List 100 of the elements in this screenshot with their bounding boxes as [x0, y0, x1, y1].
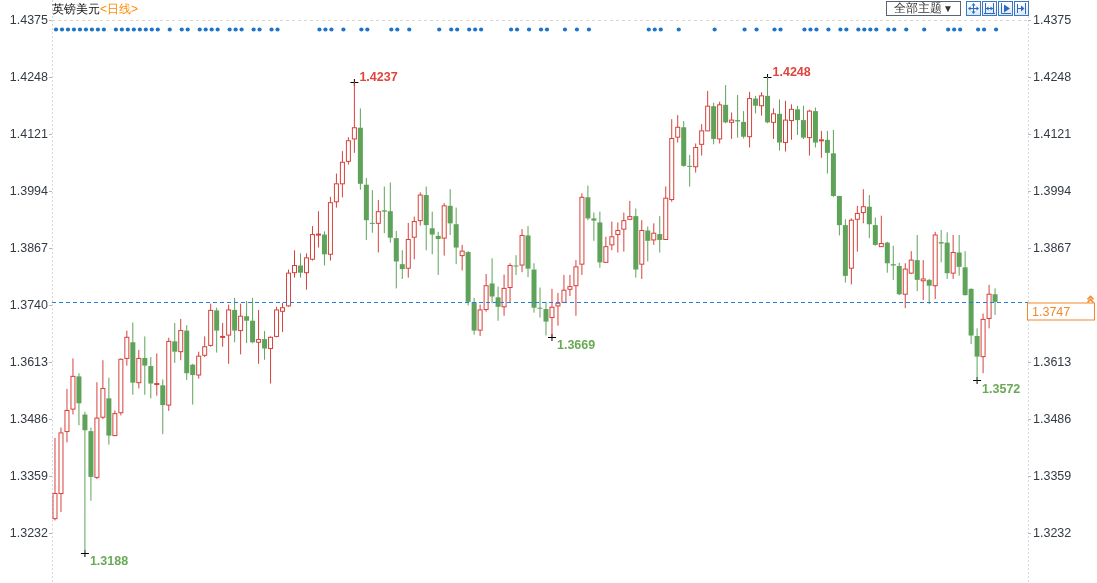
extreme-price-label: 1.4237 [359, 69, 398, 84]
event-dot-icon[interactable] [101, 27, 106, 32]
event-dot-icon[interactable] [155, 27, 160, 32]
event-dot-icon[interactable] [323, 27, 328, 32]
event-dot-icon[interactable] [239, 27, 244, 32]
event-dot-icon[interactable] [838, 27, 843, 32]
event-dot-icon[interactable] [71, 27, 77, 32]
event-dot-icon[interactable] [976, 27, 981, 32]
toolbar-button[interactable] [998, 1, 1013, 16]
y-axis-label: 1.4248 [1033, 70, 1072, 85]
event-dot-icon[interactable] [508, 27, 514, 32]
event-dot-icon[interactable] [754, 27, 759, 32]
event-dot-icon[interactable] [712, 27, 717, 32]
event-dot-icon[interactable] [874, 27, 879, 32]
event-dot-icon[interactable] [179, 27, 184, 32]
y-axis-label: 1.3359 [1033, 469, 1072, 484]
move-arrows-icon [968, 3, 979, 14]
event-dot-icon[interactable] [95, 27, 100, 32]
event-dot-icon[interactable] [53, 27, 59, 32]
event-dot-icon[interactable] [868, 27, 873, 32]
event-dot-icon[interactable] [826, 27, 831, 32]
event-dot-icon[interactable] [407, 27, 412, 32]
event-dot-icon[interactable] [119, 27, 124, 32]
event-dot-icon[interactable] [275, 27, 280, 32]
event-dot-icon[interactable] [892, 27, 897, 32]
event-dot-icon[interactable] [856, 27, 861, 32]
event-dot-icon[interactable] [958, 27, 963, 32]
event-dot-icon[interactable] [317, 27, 322, 32]
event-dot-icon[interactable] [455, 27, 460, 32]
event-dot-icon[interactable] [167, 27, 172, 32]
y-axis-label: 1.3232 [1033, 526, 1072, 541]
event-dot-icon[interactable] [251, 27, 256, 32]
event-dot-icon[interactable] [131, 27, 136, 32]
event-dot-icon[interactable] [389, 27, 394, 32]
event-dot-icon[interactable] [814, 27, 819, 32]
toolbar-button[interactable] [966, 1, 981, 16]
event-dot-icon[interactable] [215, 27, 220, 32]
event-dot-icon[interactable] [365, 27, 370, 32]
event-dot-icon[interactable] [993, 27, 999, 32]
event-dot-icon[interactable] [946, 27, 951, 32]
event-dot-icon[interactable] [137, 27, 142, 32]
event-dot-icon[interactable] [904, 27, 909, 32]
event-dot-icon[interactable] [778, 27, 783, 32]
event-dot-icon[interactable] [227, 27, 232, 32]
extreme-price-label: 1.3572 [982, 381, 1021, 396]
event-dot-icon[interactable] [922, 27, 927, 32]
event-dot-icon[interactable] [257, 27, 262, 32]
event-dot-icon[interactable] [479, 27, 484, 32]
event-dot-icon[interactable] [149, 27, 154, 32]
event-dot-icon[interactable] [844, 27, 849, 32]
event-dot-icon[interactable] [341, 27, 346, 32]
double-chevron-up-icon[interactable] [1086, 295, 1095, 304]
event-dot-icon[interactable] [233, 27, 238, 32]
event-dot-icon[interactable] [143, 27, 148, 32]
theme-dropdown[interactable]: 全部主题▼ [886, 1, 961, 16]
event-dot-icon[interactable] [802, 27, 807, 32]
event-dot-icon[interactable] [269, 27, 274, 32]
event-dot-icon[interactable] [59, 27, 65, 32]
event-dot-icon[interactable] [473, 27, 478, 32]
y-axis-label: 1.3486 [1033, 412, 1072, 427]
event-dot-icon[interactable] [538, 27, 544, 32]
event-dot-icon[interactable] [83, 27, 89, 32]
event-dot-icon[interactable] [329, 27, 334, 32]
event-dot-icon[interactable] [982, 27, 987, 32]
event-dot-icon[interactable] [437, 27, 442, 32]
event-dot-icon[interactable] [209, 27, 214, 32]
toolbar-button[interactable] [1014, 1, 1029, 16]
toolbar-button[interactable] [982, 1, 997, 16]
event-dot-icon[interactable] [77, 27, 83, 32]
y-axis-label: 1.3740 [9, 298, 48, 313]
event-dot-icon[interactable] [65, 27, 71, 32]
event-dot-icon[interactable] [449, 27, 454, 32]
event-dot-icon[interactable] [772, 27, 777, 32]
event-dot-icon[interactable] [646, 27, 651, 32]
event-dot-icon[interactable] [197, 27, 202, 32]
event-dot-icon[interactable] [952, 27, 957, 32]
event-dot-icon[interactable] [113, 27, 118, 32]
event-dot-icon[interactable] [862, 27, 867, 32]
event-dot-icon[interactable] [652, 27, 657, 32]
event-dot-icon[interactable] [514, 27, 520, 32]
event-dot-icon[interactable] [886, 27, 891, 32]
event-dot-icon[interactable] [89, 27, 94, 32]
event-dot-icon[interactable] [203, 27, 208, 32]
caret-icon: ▼ [943, 2, 953, 15]
event-dot-icon[interactable] [586, 27, 591, 32]
extreme-price-label: 1.4248 [772, 65, 811, 79]
event-dot-icon[interactable] [808, 27, 813, 32]
event-dot-icon[interactable] [395, 27, 400, 32]
event-dot-icon[interactable] [526, 27, 532, 32]
event-dot-icon[interactable] [544, 27, 550, 32]
event-dot-icon[interactable] [125, 27, 130, 32]
event-dot-icon[interactable] [574, 27, 580, 32]
event-dot-icon[interactable] [562, 27, 568, 32]
event-dot-icon[interactable] [658, 27, 663, 32]
y-axis-label: 1.3359 [9, 469, 48, 484]
event-dot-icon[interactable] [185, 27, 190, 32]
event-dot-icon[interactable] [742, 27, 747, 32]
event-dot-icon[interactable] [359, 27, 364, 32]
event-dot-icon[interactable] [676, 27, 681, 32]
event-dot-icon[interactable] [467, 27, 472, 32]
